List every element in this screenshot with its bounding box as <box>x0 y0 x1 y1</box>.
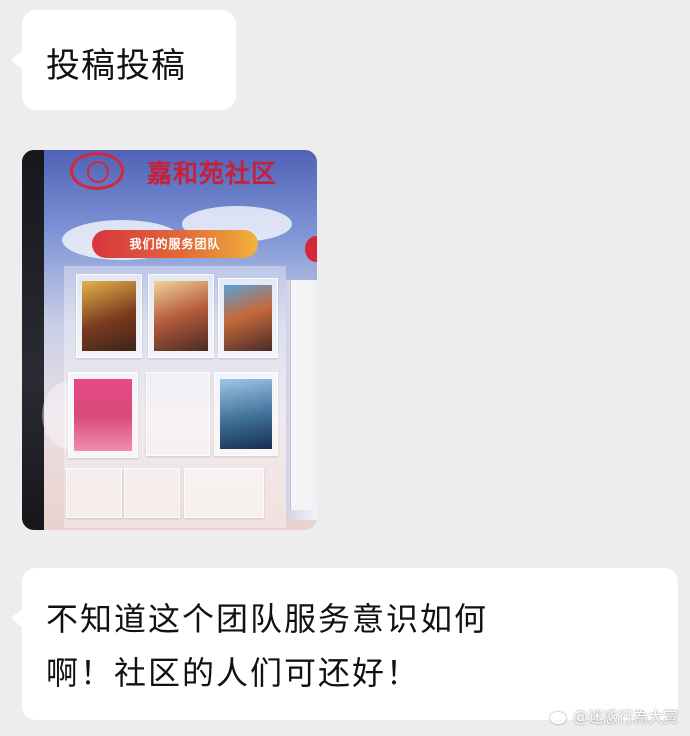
card-frame <box>68 372 138 458</box>
community-logo <box>70 152 124 190</box>
message-bubble-submission[interactable]: 投稿投稿 <box>11 10 236 110</box>
message-line-1: 不知道这个团队服务意识如何 <box>46 600 489 638</box>
card-frame <box>214 372 278 456</box>
watermark: @迷惑行為大賞 <box>549 706 678 727</box>
service-team-banner: 我们的服务团队 <box>92 230 258 258</box>
photo-dark-edge <box>22 150 44 530</box>
message-text: 投稿投稿 <box>46 46 186 86</box>
message-line-2: 啊！社区的人们可还好！ <box>46 654 421 692</box>
empty-card-frame <box>124 468 180 518</box>
card-frame <box>76 274 142 358</box>
bubble-tail <box>11 50 23 70</box>
card-frame <box>148 274 214 358</box>
empty-card-frame <box>184 468 264 518</box>
empty-card-frame <box>146 372 210 456</box>
photo-message[interactable]: 嘉和苑社区 我们的服务团队 <box>22 150 317 530</box>
card-image <box>82 281 136 351</box>
card-frame <box>218 278 278 358</box>
display-side-sheet <box>290 280 313 510</box>
card-image <box>224 285 272 351</box>
card-image <box>74 379 132 451</box>
community-sign-title: 嘉和苑社区 <box>147 159 278 188</box>
card-image <box>220 379 272 449</box>
empty-card-frame <box>66 468 122 518</box>
card-image <box>154 281 208 351</box>
watermark-text: @迷惑行為大賞 <box>572 708 678 726</box>
sign-decoration <box>305 236 317 262</box>
bubble-tail <box>11 608 23 628</box>
weibo-icon <box>549 709 569 725</box>
message-bubble-comment[interactable]: 不知道这个团队服务意识如何 啊！社区的人们可还好！ <box>11 568 678 720</box>
